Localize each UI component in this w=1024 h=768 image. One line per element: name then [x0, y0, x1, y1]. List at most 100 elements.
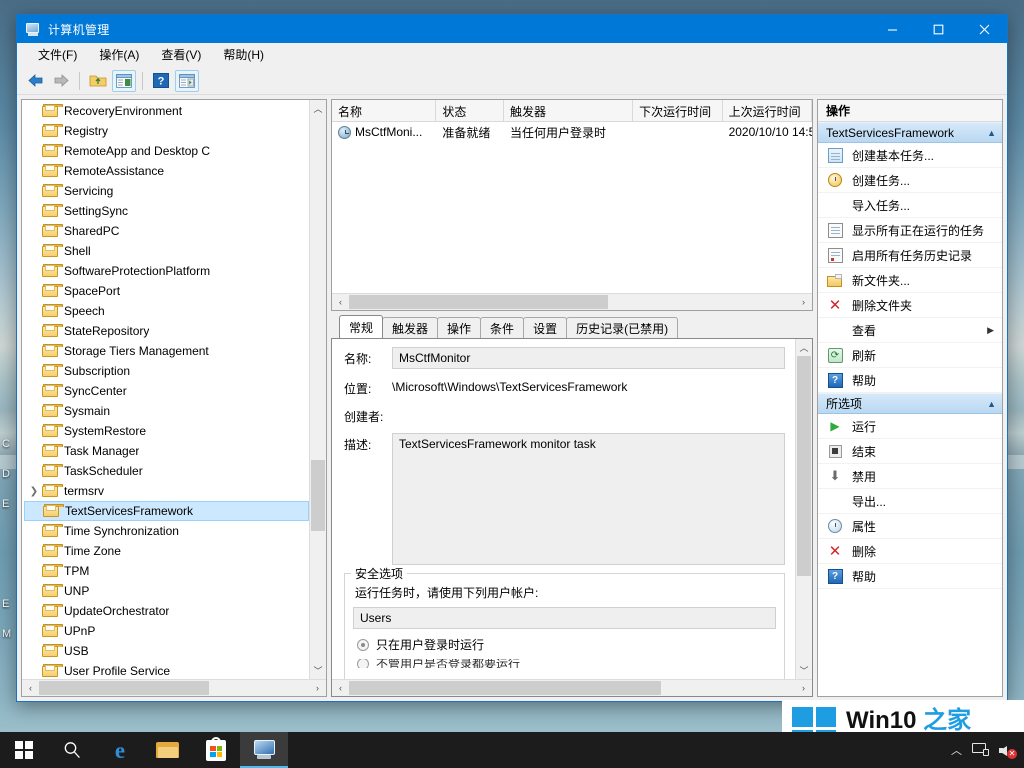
tree-item[interactable]: RecoveryEnvironment — [22, 101, 309, 121]
chevron-right-icon[interactable]: ❯ — [26, 483, 42, 499]
actions-group-header-folder[interactable]: TextServicesFramework ▲ — [818, 122, 1002, 143]
scroll-right-icon[interactable]: › — [795, 680, 812, 696]
scroll-thumb[interactable] — [349, 295, 608, 309]
back-arrow-icon[interactable] — [23, 70, 47, 92]
action-item[interactable]: ⟳刷新 — [818, 343, 1002, 368]
minimize-button[interactable] — [869, 15, 915, 43]
tree-item[interactable]: Shell — [22, 241, 309, 261]
tree-item[interactable]: TaskScheduler — [22, 461, 309, 481]
tree-item-selected[interactable]: TextServicesFramework — [24, 501, 309, 521]
tree-item[interactable]: TPM — [22, 561, 309, 581]
scroll-left-icon[interactable]: ‹ — [332, 680, 349, 696]
tree-item[interactable]: UPnP — [22, 621, 309, 641]
chevron-up-icon[interactable]: ▲ — [987, 128, 996, 138]
scroll-thumb[interactable] — [311, 460, 325, 531]
tree-item[interactable]: Time Synchronization — [22, 521, 309, 541]
maximize-button[interactable] — [915, 15, 961, 43]
scroll-up-icon[interactable]: ︿ — [310, 100, 326, 117]
tree-item[interactable]: Sysmain — [22, 401, 309, 421]
menu-file[interactable]: 文件(F) — [27, 43, 88, 66]
radio-indicator[interactable] — [357, 659, 369, 668]
table-row[interactable]: MsCtfMoni...准备就绪当任何用户登录时2020/10/10 14:53 — [332, 122, 812, 142]
scroll-right-icon[interactable]: › — [795, 294, 812, 310]
detail-vertical-scrollbar[interactable]: ︿ ﹀ — [795, 339, 812, 679]
tab-3[interactable]: 操作 — [437, 317, 481, 338]
column-header[interactable]: 下次运行时间 — [633, 100, 722, 121]
scroll-left-icon[interactable]: ‹ — [22, 680, 39, 696]
tree-item[interactable]: USB — [22, 641, 309, 661]
tree-item[interactable]: RemoteApp and Desktop C — [22, 141, 309, 161]
menu-view[interactable]: 查看(V) — [150, 43, 212, 66]
tree-item[interactable]: ❯termsrv — [22, 481, 309, 501]
show-action-pane-icon[interactable] — [175, 70, 199, 92]
radio-run-on-logon[interactable]: 只在用户登录时运行 — [357, 636, 776, 653]
chevron-up-icon[interactable]: ▲ — [987, 399, 996, 409]
menu-help[interactable]: 帮助(H) — [212, 43, 275, 66]
scroll-left-icon[interactable]: ‹ — [332, 294, 349, 310]
tab-5[interactable]: 设置 — [523, 317, 567, 338]
window-titlebar[interactable]: 计算机管理 — [17, 15, 1007, 43]
close-button[interactable] — [961, 15, 1007, 43]
action-item[interactable]: 导出... — [818, 489, 1002, 514]
action-item[interactable]: ✕删除文件夹 — [818, 293, 1002, 318]
scroll-up-icon[interactable]: ︿ — [796, 339, 812, 356]
tree-item[interactable]: Storage Tiers Management — [22, 341, 309, 361]
tree-item[interactable]: SettingSync — [22, 201, 309, 221]
tree-item[interactable]: SystemRestore — [22, 421, 309, 441]
chevron-right-icon[interactable]: ▶ — [987, 325, 1002, 336]
tree-item[interactable]: Registry — [22, 121, 309, 141]
action-item[interactable]: ✕删除 — [818, 539, 1002, 564]
scroll-right-icon[interactable]: › — [309, 680, 326, 696]
tree-item[interactable]: SoftwareProtectionPlatform — [22, 261, 309, 281]
tree-horizontal-scrollbar[interactable]: ‹ › — [22, 679, 326, 696]
action-item[interactable]: ?帮助 — [818, 368, 1002, 393]
scroll-thumb[interactable] — [39, 681, 209, 695]
tree-item[interactable]: SyncCenter — [22, 381, 309, 401]
tab-4[interactable]: 条件 — [480, 317, 524, 338]
scroll-track[interactable] — [349, 294, 795, 310]
tree-item[interactable]: UpdateOrchestrator — [22, 601, 309, 621]
scroll-track[interactable] — [796, 356, 812, 662]
action-item[interactable]: 查看▶ — [818, 318, 1002, 343]
scroll-track[interactable] — [310, 117, 326, 662]
action-item[interactable]: 启用所有任务历史记录 — [818, 243, 1002, 268]
tab-6[interactable]: 历史记录(已禁用) — [566, 317, 678, 338]
action-item[interactable]: ⬇禁用 — [818, 464, 1002, 489]
tree-item[interactable]: StateRepository — [22, 321, 309, 341]
detail-horizontal-scrollbar[interactable]: ‹ › — [332, 679, 812, 696]
tree-item[interactable]: Speech — [22, 301, 309, 321]
tree-item[interactable]: SharedPC — [22, 221, 309, 241]
tree-item[interactable]: SpacePort — [22, 281, 309, 301]
scroll-track[interactable] — [349, 680, 795, 696]
tree-item[interactable]: Time Zone — [22, 541, 309, 561]
action-item[interactable]: 导入任务... — [818, 193, 1002, 218]
menu-action[interactable]: 操作(A) — [88, 43, 150, 66]
speaker-muted-icon[interactable]: ✕ — [999, 743, 1016, 758]
up-folder-icon[interactable] — [86, 70, 110, 92]
tab-1-active[interactable]: 常规 — [339, 315, 383, 338]
actions-group-header-selected[interactable]: 所选项 ▲ — [818, 393, 1002, 414]
tree-item[interactable]: RemoteAssistance — [22, 161, 309, 181]
chevron-up-icon[interactable]: ︿ — [951, 742, 962, 758]
radio-indicator[interactable] — [357, 639, 369, 651]
action-item[interactable]: ?帮助 — [818, 564, 1002, 589]
scroll-down-icon[interactable]: ﹀ — [310, 662, 326, 679]
computer-management-button[interactable] — [240, 732, 288, 768]
scroll-down-icon[interactable]: ﹀ — [796, 662, 812, 679]
tree-item[interactable]: Subscription — [22, 361, 309, 381]
action-item[interactable]: 创建任务... — [818, 168, 1002, 193]
tree-item[interactable]: User Profile Service — [22, 661, 309, 679]
edge-button[interactable]: e — [96, 732, 144, 768]
task-list-horizontal-scrollbar[interactable]: ‹ › — [332, 293, 812, 310]
start-button[interactable] — [0, 732, 48, 768]
scroll-track[interactable] — [39, 680, 309, 696]
forward-arrow-icon[interactable] — [49, 70, 73, 92]
action-item[interactable]: ▶运行 — [818, 414, 1002, 439]
help-icon[interactable]: ? — [149, 70, 173, 92]
action-item[interactable]: 显示所有正在运行的任务 — [818, 218, 1002, 243]
column-header[interactable]: 触发器 — [504, 100, 633, 121]
search-button[interactable] — [48, 732, 96, 768]
column-header[interactable]: 状态 — [436, 100, 504, 121]
tab-2[interactable]: 触发器 — [382, 317, 438, 338]
tree-item[interactable]: Servicing — [22, 181, 309, 201]
